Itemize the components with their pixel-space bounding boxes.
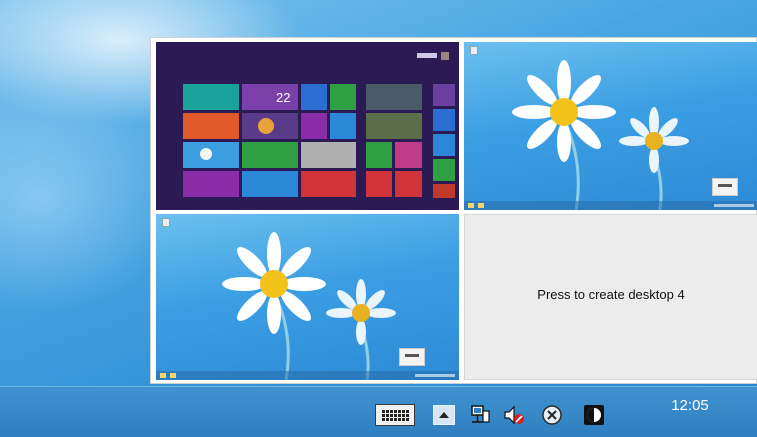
recycle-bin-icon	[470, 46, 478, 55]
keyboard-icon[interactable]	[375, 404, 415, 426]
close-circle-icon[interactable]	[540, 403, 564, 427]
recycle-bin-icon	[162, 218, 170, 227]
notification-popup	[712, 178, 738, 196]
app-icon[interactable]	[582, 403, 606, 427]
create-desktop-label: Press to create desktop 4	[537, 287, 685, 302]
create-desktop-button[interactable]: Press to create desktop 4	[464, 214, 757, 380]
desktop-3-thumbnail[interactable]	[156, 214, 459, 380]
start-tiles-grid: 22	[183, 84, 455, 198]
volume-muted-icon[interactable]	[502, 403, 526, 427]
desktop-2-wallpaper	[464, 42, 757, 210]
svg-text:22: 22	[276, 90, 290, 105]
chevron-up-icon[interactable]	[433, 405, 455, 425]
clock[interactable]: 12:05	[660, 397, 720, 414]
notification-popup	[399, 348, 425, 366]
start-user-tile	[417, 52, 449, 61]
desktop-3-taskbar	[156, 371, 459, 380]
desktop-2-taskbar	[464, 201, 757, 210]
taskbar: 12:05	[0, 386, 757, 437]
desktop-3-wallpaper	[156, 214, 459, 380]
network-icon[interactable]	[468, 403, 492, 427]
desktop-1-thumbnail[interactable]: 22	[156, 42, 459, 210]
desktop-switcher-panel: 22 Press to create desktop 4	[150, 37, 757, 384]
desktop-2-thumbnail[interactable]	[464, 42, 757, 210]
